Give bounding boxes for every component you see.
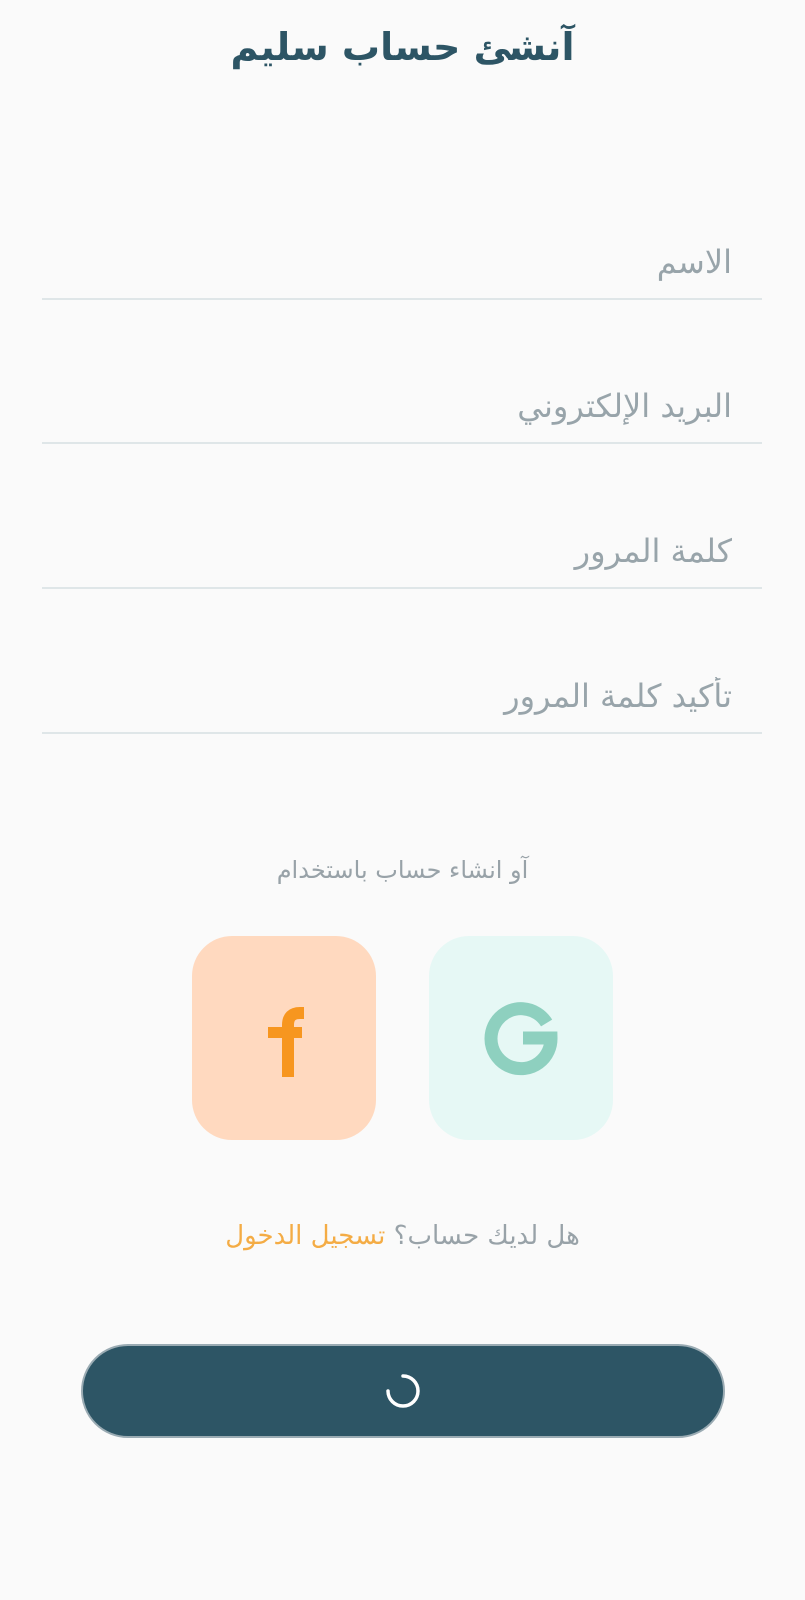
page-title: آنشئ حساب سليم — [230, 25, 575, 69]
facebook-signup-button[interactable] — [192, 936, 376, 1140]
google-icon — [484, 1002, 558, 1076]
confirm-password-field[interactable] — [42, 660, 762, 734]
facebook-icon — [268, 1007, 304, 1077]
loading-spinner-icon — [386, 1374, 420, 1408]
password-field[interactable] — [42, 515, 762, 589]
google-signup-button[interactable] — [429, 936, 613, 1140]
confirm-password-input[interactable] — [42, 660, 762, 732]
email-field[interactable] — [42, 370, 762, 444]
email-input[interactable] — [42, 370, 762, 442]
login-link[interactable]: تسجيل الدخول — [225, 1221, 385, 1251]
social-signup-label: آو انشاء حساب باستخدام — [276, 856, 529, 884]
submit-button[interactable] — [81, 1344, 725, 1438]
password-input[interactable] — [42, 515, 762, 587]
name-input[interactable] — [42, 226, 762, 298]
login-prompt-text: هل لديك حساب؟ — [393, 1221, 580, 1251]
name-field[interactable] — [42, 226, 762, 300]
login-prompt: هل لديك حساب؟ تسجيل الدخول — [0, 1218, 805, 1254]
